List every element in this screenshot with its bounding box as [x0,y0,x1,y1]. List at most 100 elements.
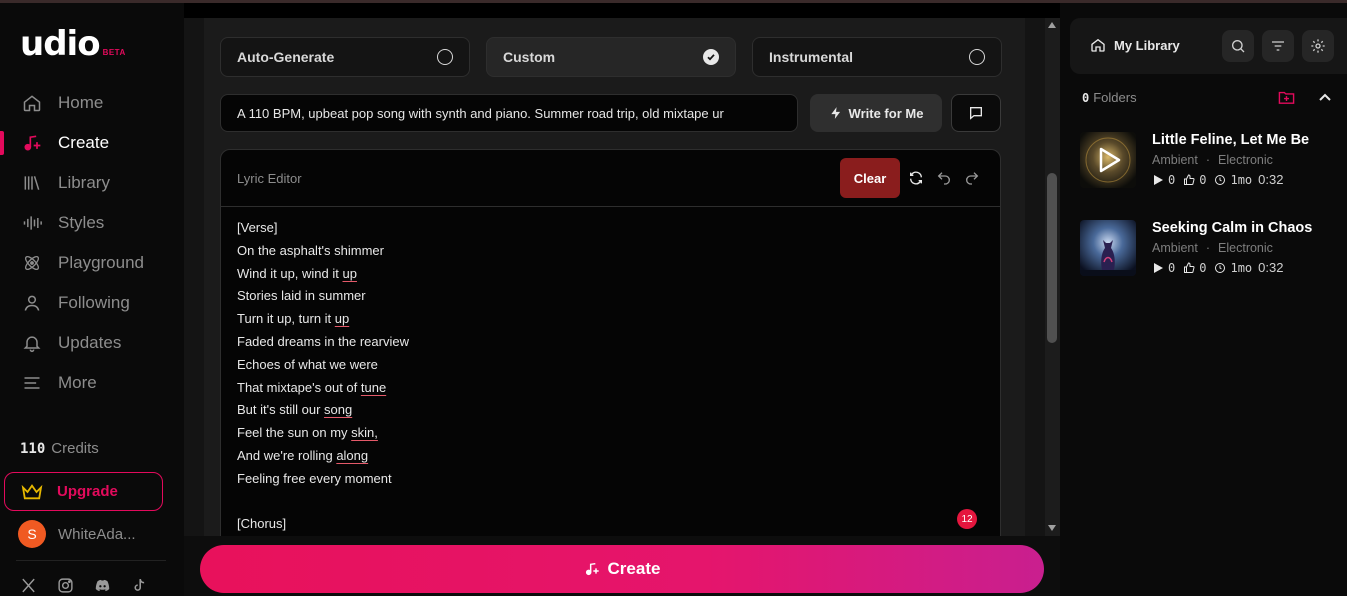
main-scrollbar[interactable] [1045,18,1060,536]
clock-icon [1215,262,1226,273]
chat-button[interactable] [951,94,1001,132]
nav-label: Playground [58,253,145,272]
track-stats: 0 0 1mo 0:32 [1152,172,1283,187]
tiktok-icon[interactable] [131,577,148,594]
track-age: 1mo [1230,172,1253,187]
like-count: 0 [1199,260,1207,275]
lyric-text: Feel the sun on my [237,425,352,441]
create-panel: Auto-Generate Custom Instrumental A 110 … [184,18,1045,536]
track-cover-image[interactable] [1080,220,1136,276]
lyric-line: But it's still our song [237,399,984,422]
chat-bubble-icon [970,107,982,120]
genre-tag[interactable]: Ambient [1152,241,1198,255]
play-count: 0 [1168,172,1176,187]
mode-instrumental[interactable]: Instrumental [752,37,1002,77]
nav-label: Styles [58,213,105,232]
lyric-text: Feeling free every moment [237,470,392,486]
nav-label: Home [58,93,104,112]
nav-item-create[interactable]: Create [0,123,184,163]
spellcheck-word[interactable]: along [336,448,368,463]
nav-item-more[interactable]: More [0,363,184,403]
lyric-line: Echoes of what we were [237,354,984,377]
spellcheck-word[interactable]: up [343,266,357,281]
scroll-down-arrow[interactable] [1048,525,1056,531]
play-count: 0 [1168,260,1176,275]
upgrade-button[interactable]: Upgrade [4,472,163,511]
nav-item-home[interactable]: Home [0,83,184,123]
mode-auto-generate[interactable]: Auto-Generate [220,37,470,77]
issue-count-badge[interactable]: 12 [957,509,977,529]
thumbs-up-icon[interactable] [1183,261,1195,274]
nav-item-library[interactable]: Library [0,163,184,203]
radio-checked-icon [703,49,719,65]
library-track[interactable]: Little Feline, Let Me Be Ambient · Electro… [1080,132,1347,192]
lyric-text: That mixtape's out of [237,379,361,395]
scroll-thumb[interactable] [1047,173,1057,343]
lyric-line: Faded dreams in the rearview [237,331,984,354]
lyric-line [237,491,984,514]
refresh-icon[interactable] [908,170,924,186]
my-library-link[interactable]: My Library [1090,37,1180,53]
track-title[interactable]: Seeking Calm in Chaos [1152,220,1312,236]
lyric-text: Stories laid in summer [237,288,366,304]
undo-icon[interactable] [936,170,952,186]
spellcheck-word[interactable]: skin, [351,425,378,440]
nav-item-playground[interactable]: Playground [0,243,184,283]
mode-custom[interactable]: Custom [486,37,736,77]
lyric-text: On the asphalt's shimmer [237,242,384,258]
radio-unchecked-icon [969,49,985,65]
username: WhiteAda... [58,525,136,543]
nav-label: More [58,373,97,392]
nav-item-updates[interactable]: Updates [0,323,184,363]
lyric-line: On the asphalt's shimmer [237,240,984,263]
upgrade-label: Upgrade [57,483,118,500]
discord-icon[interactable] [94,577,111,594]
instagram-icon[interactable] [57,577,74,594]
track-cover-image[interactable] [1080,132,1136,188]
user-menu[interactable]: S WhiteAda... [18,520,136,548]
create-button[interactable]: Create [200,545,1044,593]
clear-button[interactable]: Clear [840,158,900,198]
lyric-line: Feel the sun on my skin, [237,422,984,445]
nav-item-styles[interactable]: Styles [0,203,184,243]
genre-tag[interactable]: Ambient [1152,153,1198,167]
music-plus-icon [24,135,41,151]
spellcheck-word[interactable]: tune [361,380,386,395]
crown-icon [21,483,43,499]
track-genres: Ambient · Electronic [1152,153,1273,167]
prompt-input[interactable]: A 110 BPM, upbeat pop song with synth an… [220,94,798,132]
bell-icon [23,336,41,353]
lyric-line: [Verse] [237,217,984,240]
folders-row[interactable]: 0 Folders [1082,90,1137,105]
lyric-line: Feeling free every moment [237,468,984,491]
search-button[interactable] [1222,30,1254,62]
lyric-text: Wind it up, wind it [237,265,343,281]
thumbs-up-icon[interactable] [1183,173,1195,186]
genre-tag[interactable]: Electronic [1218,153,1273,167]
add-folder-icon[interactable] [1278,90,1295,105]
spellcheck-word[interactable]: song [324,402,352,417]
spellcheck-word[interactable]: up [335,311,349,326]
x-icon[interactable] [20,577,37,594]
library-panel: My Library 0 Folders Little Feline, Let … [1060,3,1347,596]
chevron-up-icon[interactable] [1318,92,1332,102]
track-title[interactable]: Little Feline, Let Me Be [1152,132,1309,148]
genre-tag[interactable]: Electronic [1218,241,1273,255]
track-duration: 0:32 [1258,260,1284,275]
lyric-text: [Verse] [237,220,278,235]
settings-button[interactable] [1302,30,1334,62]
nav-label: Updates [58,333,122,352]
filter-button[interactable] [1262,30,1294,62]
logo-wordmark: udio [20,24,101,64]
lyrics-textarea[interactable]: [Verse] On the asphalt's shimmer Wind it u… [221,207,1000,536]
redo-icon[interactable] [964,170,980,186]
nav-item-following[interactable]: Following [0,283,184,323]
separator-dot: · [1205,153,1211,167]
scroll-up-arrow[interactable] [1048,22,1056,28]
search-icon [1232,40,1245,53]
udio-logo[interactable]: udio BETA [20,27,126,61]
lyric-line: Wind it up, wind it up [237,263,984,286]
music-plus-icon [585,562,599,576]
library-track[interactable]: Seeking Calm in Chaos Ambient · Electronic… [1080,220,1347,280]
write-for-me-button[interactable]: Write for Me [810,94,942,132]
